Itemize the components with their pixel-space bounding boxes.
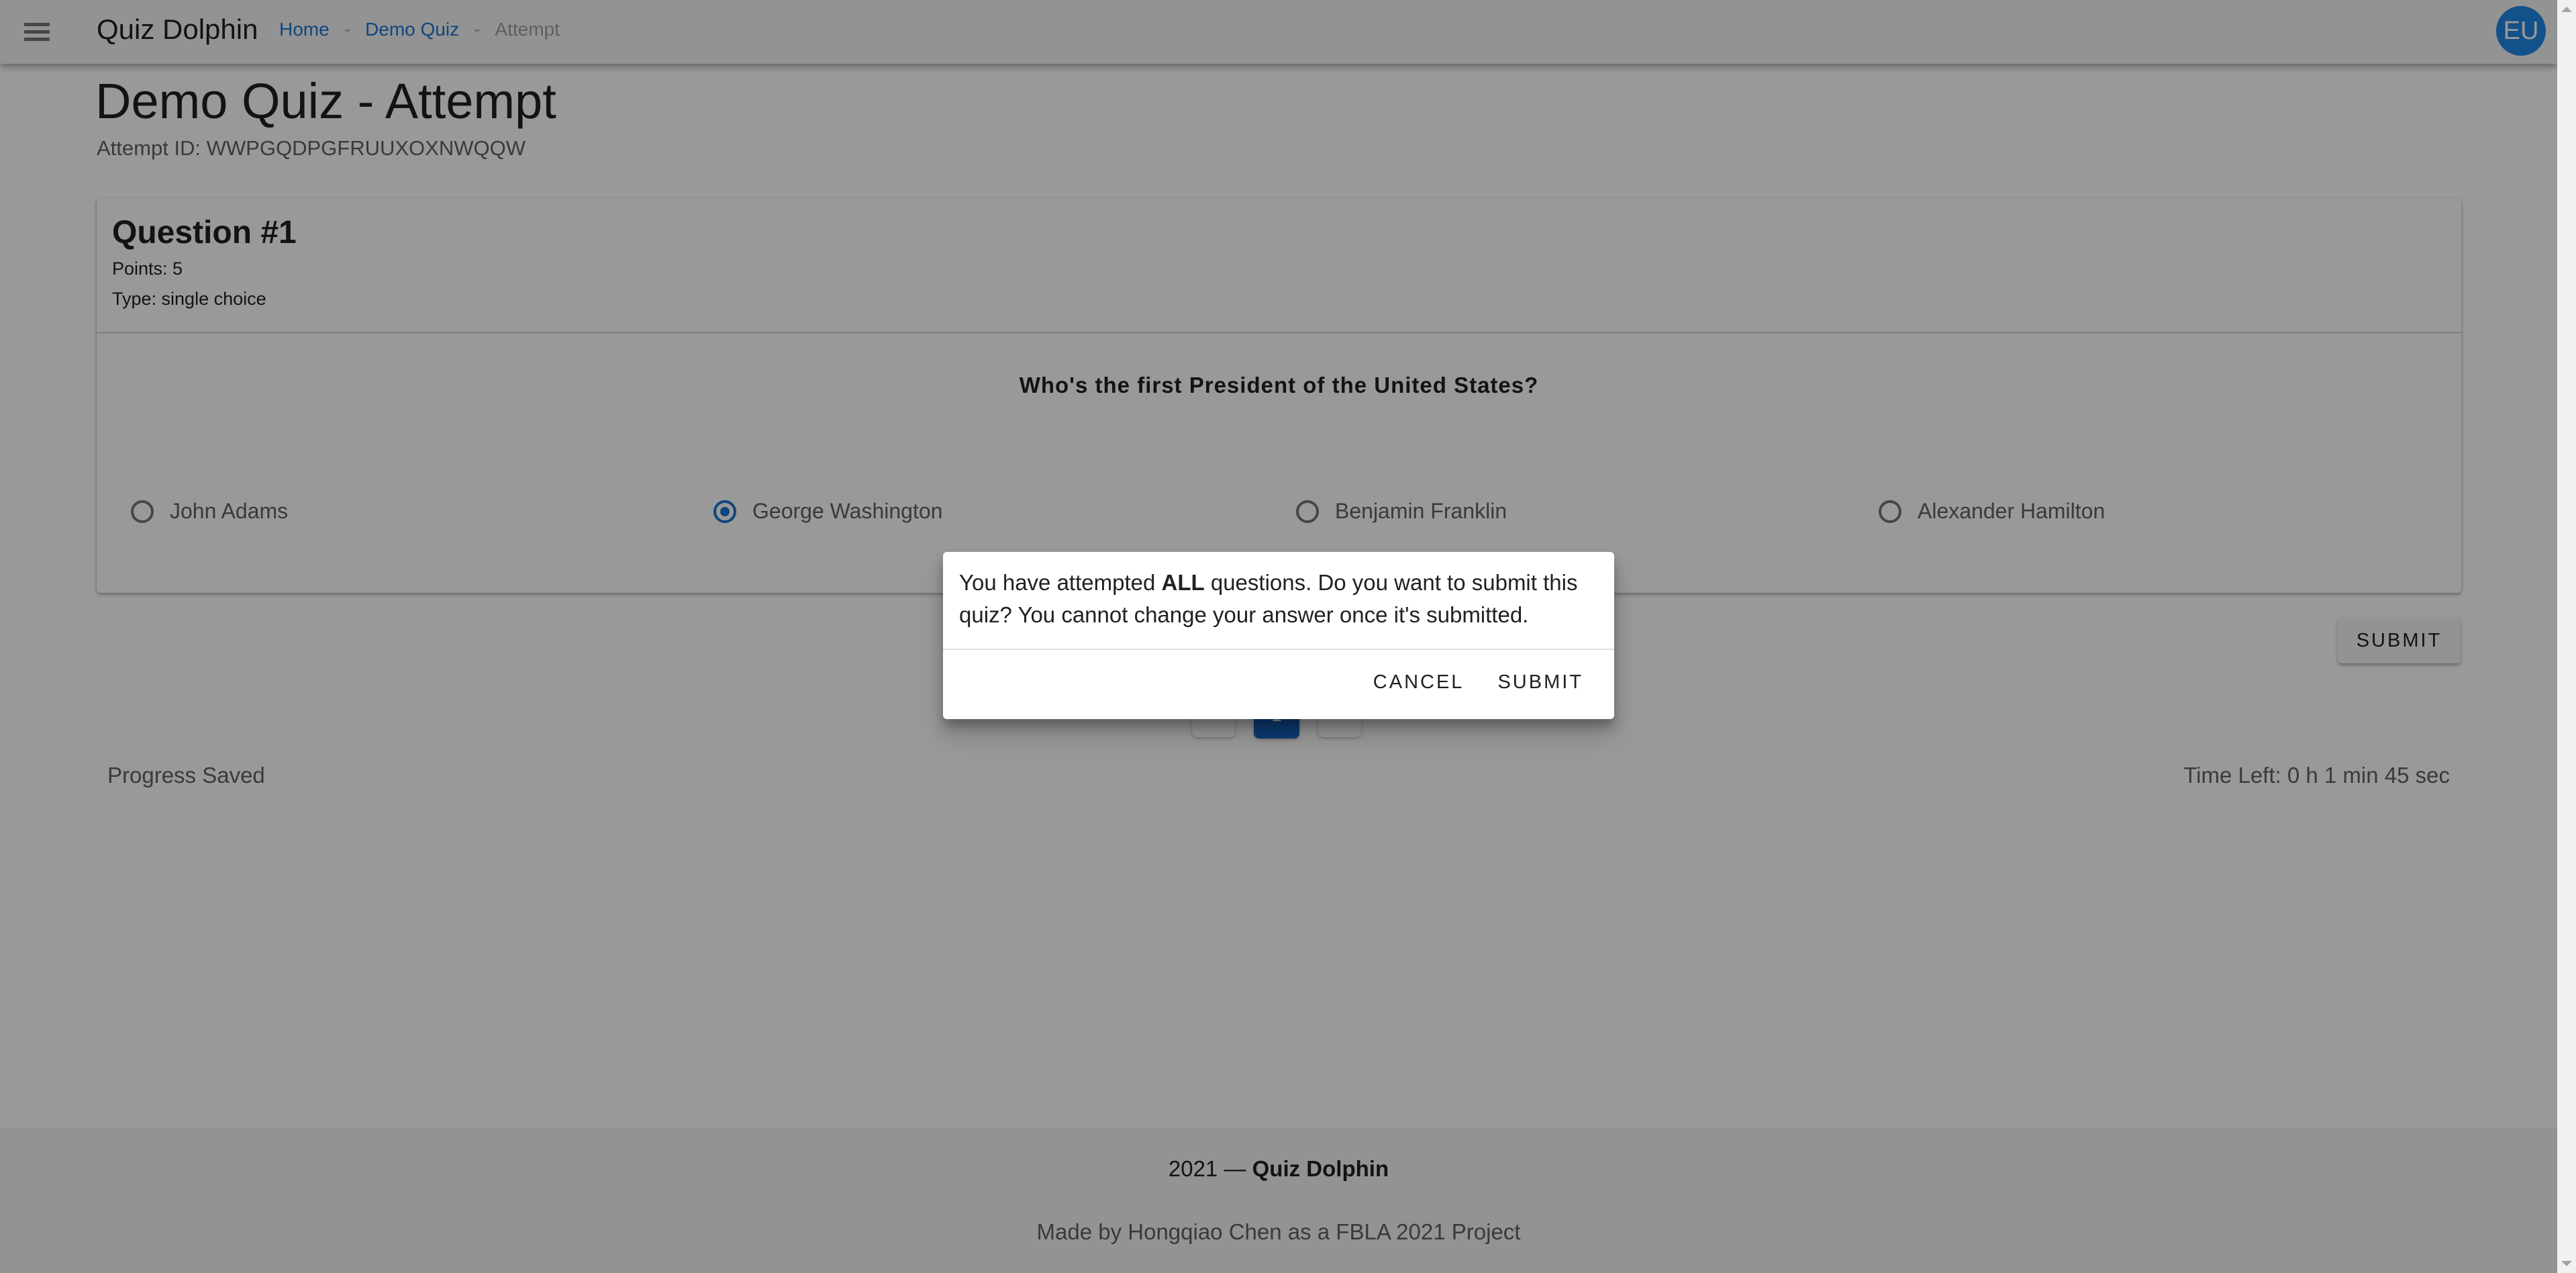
dialog-text-before: You have attempted bbox=[959, 570, 1162, 595]
dialog-message: You have attempted ALL questions. Do you… bbox=[959, 567, 1597, 631]
dialog-text-bold: ALL bbox=[1161, 570, 1205, 595]
vertical-scrollbar[interactable] bbox=[2557, 0, 2576, 1273]
dialog-cancel-button[interactable]: CANCEL bbox=[1373, 671, 1465, 694]
submit-confirm-dialog: You have attempted ALL questions. Do you… bbox=[943, 552, 1614, 719]
dialog-divider bbox=[943, 649, 1614, 650]
scroll-down-arrow-icon[interactable] bbox=[2561, 1261, 2572, 1266]
dialog-actions: CANCEL SUBMIT bbox=[1373, 671, 1583, 694]
dialog-submit-button[interactable]: SUBMIT bbox=[1497, 671, 1583, 694]
scroll-up-arrow-icon[interactable] bbox=[2561, 7, 2572, 12]
